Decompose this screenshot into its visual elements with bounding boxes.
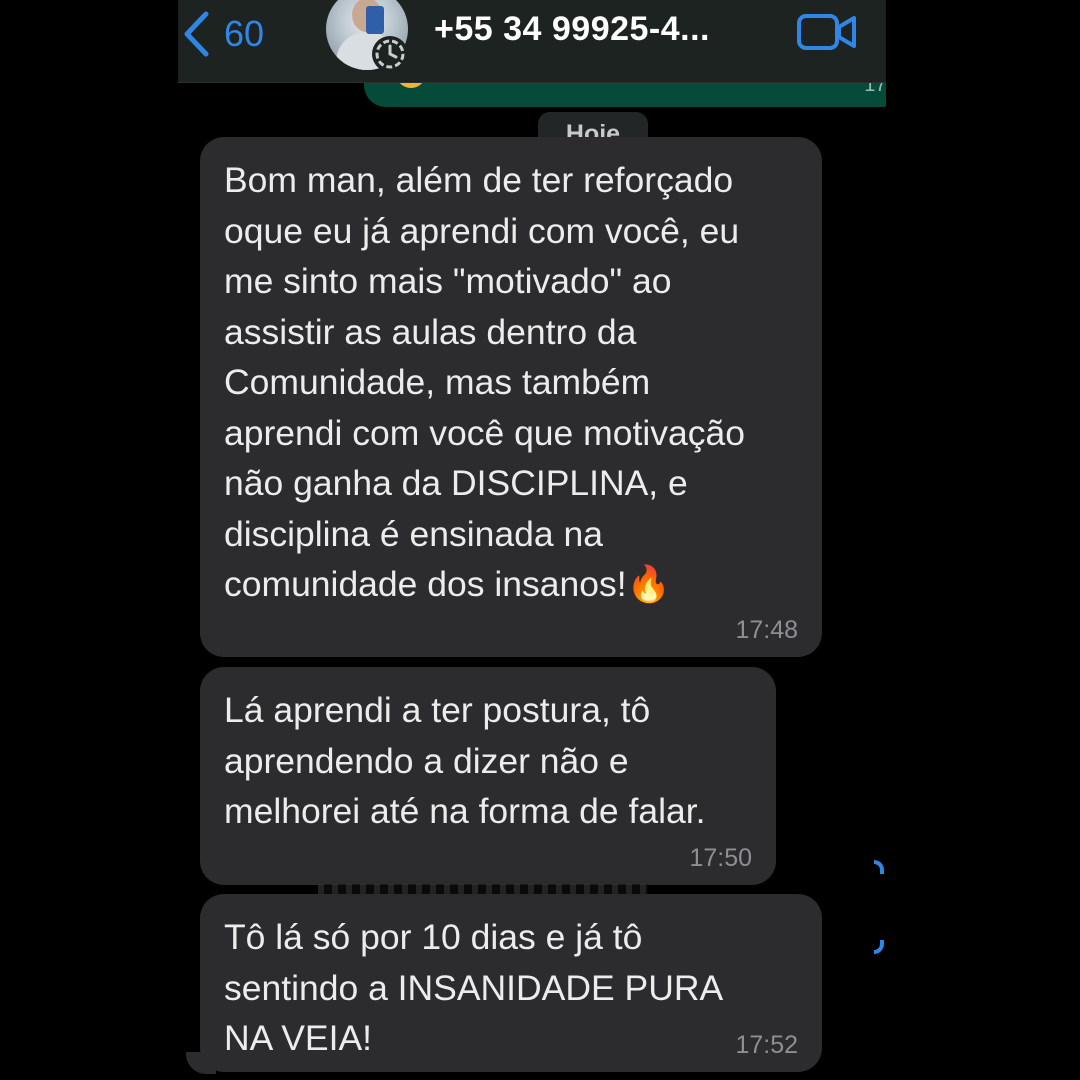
- chat-header: 60 +55 34 99925-4...: [178, 0, 886, 83]
- chat-screen: 17: 60 +55 34 99925-4...: [178, 0, 886, 1080]
- message-text: Tô lá só por 10 dias e já tô sentindo a …: [224, 917, 724, 1058]
- message-text: Bom man, além de ter reforçado oque eu j…: [224, 160, 745, 604]
- message-bubble[interactable]: Lá aprendi a ter postura, tô aprendendo …: [200, 667, 776, 885]
- message-time: 17:52: [735, 1031, 798, 1059]
- message-time: 17:48: [735, 616, 798, 644]
- contact-name[interactable]: +55 34 99925-4...: [434, 10, 710, 49]
- message-bubble[interactable]: Bom man, além de ter reforçado oque eu j…: [200, 137, 822, 657]
- video-camera-icon: [796, 14, 858, 56]
- back-button[interactable]: 60: [182, 8, 264, 60]
- message-text: Lá aprendi a ter postura, tô aprendendo …: [224, 690, 706, 831]
- selection-handle-top[interactable]: [874, 860, 884, 874]
- status-ring-icon: [372, 36, 408, 72]
- message-bubble[interactable]: Tô lá só por 10 dias e já tô sentindo a …: [200, 894, 822, 1072]
- unread-count: 60: [224, 13, 265, 54]
- selection-handle-bottom[interactable]: [874, 940, 884, 954]
- message-time: 17:50: [689, 844, 752, 872]
- video-call-button[interactable]: [796, 12, 858, 57]
- chevron-left-icon: [182, 11, 210, 57]
